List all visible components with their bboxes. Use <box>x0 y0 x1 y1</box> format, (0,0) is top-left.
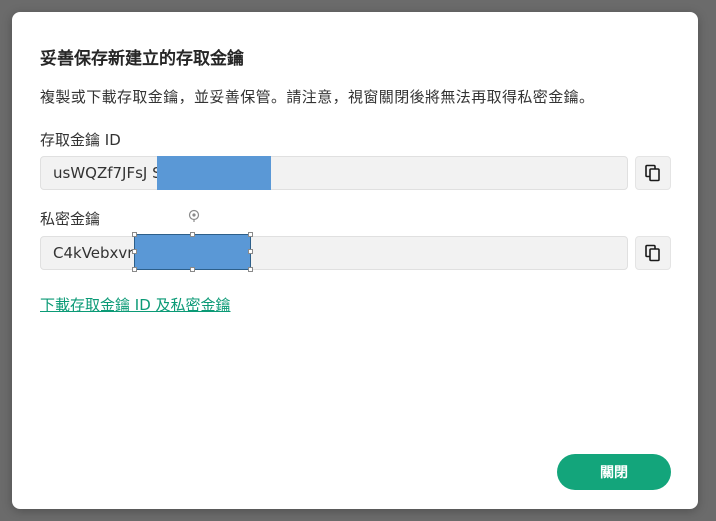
copy-secret-key-button[interactable] <box>635 236 671 270</box>
rotate-handle-icon[interactable] <box>187 208 201 222</box>
download-keys-link[interactable]: 下載存取金鑰 ID 及私密金鑰 <box>40 294 231 315</box>
close-button[interactable]: 關閉 <box>557 454 671 490</box>
copy-icon <box>645 244 660 262</box>
access-key-field[interactable]: usWQZf7JFsJ S2eFGkJ87 <box>40 156 628 190</box>
copy-icon <box>645 164 660 182</box>
resize-handle[interactable] <box>132 232 137 237</box>
resize-handle[interactable] <box>248 232 253 237</box>
resize-handle[interactable] <box>248 267 253 272</box>
access-key-dialog: 妥善保存新建立的存取金鑰 複製或下載存取金鑰，並妥善保管。請注意，視窗關閉後將無… <box>12 12 698 509</box>
redaction-box-secret-key[interactable] <box>134 234 251 270</box>
resize-handle[interactable] <box>190 232 195 237</box>
access-key-label: 存取金鑰 ID <box>40 131 121 149</box>
secret-key-label: 私密金鑰 <box>40 210 101 228</box>
resize-handle[interactable] <box>132 267 137 272</box>
resize-handle[interactable] <box>132 249 137 254</box>
dialog-title: 妥善保存新建立的存取金鑰 <box>40 49 244 69</box>
dialog-description: 複製或下載存取金鑰，並妥善保管。請注意，視窗關閉後將無法再取得私密金鑰。 <box>40 88 595 106</box>
resize-handle[interactable] <box>248 249 253 254</box>
resize-handle[interactable] <box>190 267 195 272</box>
secret-key-field[interactable]: C4kVebxvr pFsls1n5ecv <box>40 236 628 270</box>
copy-access-key-button[interactable] <box>635 156 671 190</box>
redaction-box-access-key <box>157 156 271 190</box>
